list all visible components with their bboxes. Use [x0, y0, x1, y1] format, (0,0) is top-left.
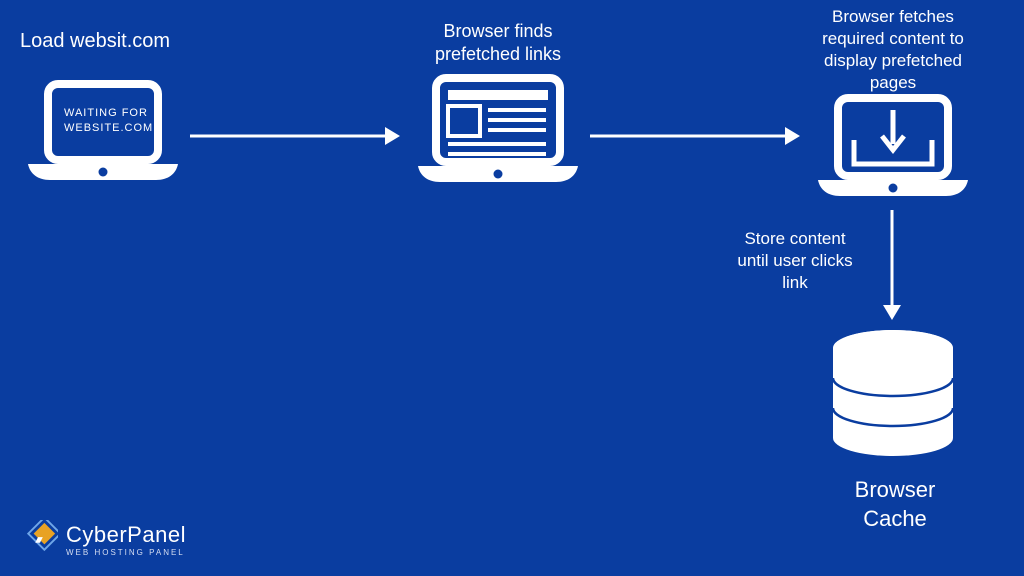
arrow-2: [590, 124, 800, 153]
step4-side-label: Store contentuntil user clickslink: [720, 228, 870, 294]
laptop-step1: WAITING FORWEBSITE.COM: [28, 78, 178, 193]
laptop-download-icon: [818, 94, 968, 204]
arrow-right-icon: [190, 124, 400, 148]
brand-tagline: WEB HOSTING PANEL: [66, 548, 186, 557]
step1-label: Load websit.com: [20, 28, 220, 54]
cyberpanel-logo-icon: [20, 520, 58, 558]
database-icon: [828, 328, 958, 468]
brand-name: CyberPanel: [66, 522, 186, 548]
database-cache: [828, 328, 958, 473]
brand-logo: CyberPanel WEB HOSTING PANEL: [20, 520, 186, 558]
step3-label: Browser fetchesrequired content todispla…: [788, 6, 998, 94]
arrow-3: [880, 210, 904, 325]
cache-label: BrowserCache: [800, 476, 990, 533]
laptop-page-icon: [418, 72, 578, 190]
arrow-right-icon: [590, 124, 800, 148]
laptop-step2: [418, 72, 578, 195]
arrow-down-icon: [880, 210, 904, 320]
laptop-step3: [818, 94, 968, 209]
arrow-1: [190, 124, 400, 153]
laptop-screen-text: WAITING FORWEBSITE.COM: [64, 106, 156, 136]
step2-label: Browser findsprefetched links: [388, 20, 608, 67]
